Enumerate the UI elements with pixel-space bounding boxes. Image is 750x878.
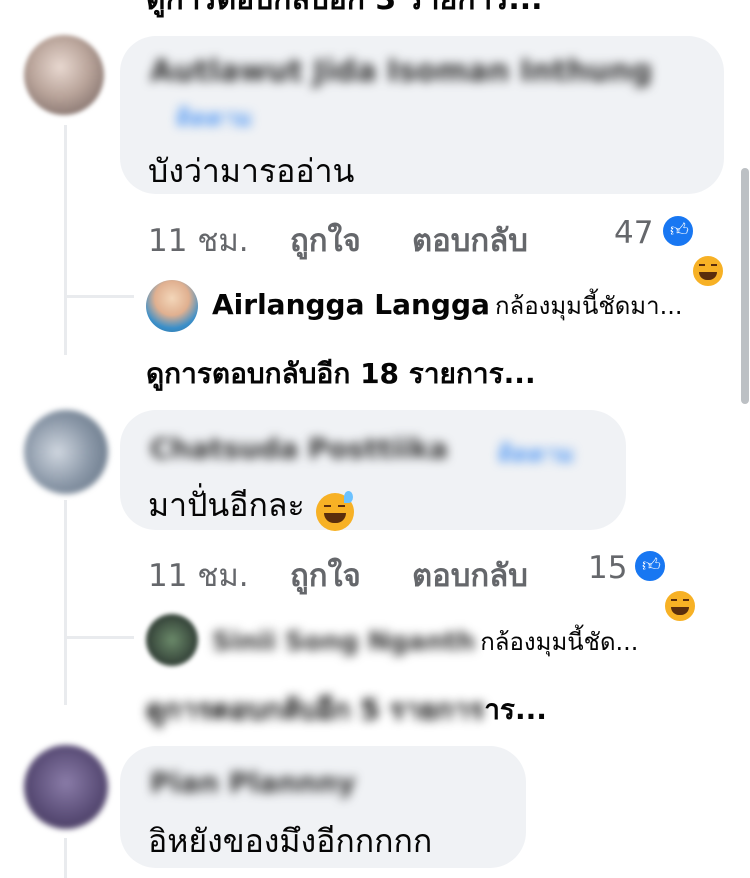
reply-button[interactable]: ตอบกลับ <box>412 558 528 594</box>
thread-line <box>64 500 67 705</box>
thread-connector <box>64 295 134 298</box>
like-reaction-icon: 👍︎ <box>660 213 696 249</box>
comment-author[interactable]: Chatsuda Posttiika <box>150 432 448 465</box>
comment-text: มาปั่นอีกละ <box>148 486 305 524</box>
reaction-summary[interactable]: 👍︎ <box>660 213 730 289</box>
haha-reaction-icon <box>662 588 698 624</box>
reply-button[interactable]: ตอบกลับ <box>412 223 528 259</box>
comment-text: อิหยังของมึงอีกกกกก <box>148 822 433 860</box>
reply-author[interactable]: Airlangga Langga <box>212 288 490 321</box>
previous-more-replies-link[interactable]: ดูการตอบกลับอีก 3 รายการ... <box>146 0 543 23</box>
thread-connector <box>64 636 134 639</box>
comment-time[interactable]: 11 ชม. <box>148 558 249 594</box>
comment-bubble: Autlawut Jida Isoman Inthung ติดตาม บังว… <box>120 36 724 194</box>
sweat-smile-emoji <box>315 490 354 531</box>
like-button[interactable]: ถูกใจ <box>290 558 361 594</box>
thread-line <box>64 125 67 355</box>
reply-author[interactable]: Sinii Song Nganth <box>212 627 475 657</box>
like-button[interactable]: ถูกใจ <box>290 223 361 259</box>
avatar[interactable] <box>24 35 104 115</box>
author-tag: ติดตาม <box>176 104 253 132</box>
avatar[interactable] <box>24 745 108 829</box>
thread-line <box>64 838 67 878</box>
reply-avatar[interactable] <box>146 614 198 666</box>
haha-reaction-icon <box>690 253 726 289</box>
comment-time[interactable]: 11 ชม. <box>148 223 249 259</box>
reaction-count[interactable]: 47 <box>614 215 653 251</box>
comment-author[interactable]: Autlawut Jida Isoman Inthung <box>150 54 652 89</box>
more-replies-link[interactable]: ดูการตอบกลับอีก 5 รายการาร... <box>146 688 547 732</box>
comment-bubble: Chatsuda Posttiika ติดตาม มาปั่นอีกละ <box>120 410 626 531</box>
comment-text: บังว่ามารออ่าน <box>148 152 355 190</box>
avatar[interactable] <box>24 410 108 494</box>
more-replies-link[interactable]: ดูการตอบกลับอีก 18 รายการ... <box>146 352 536 396</box>
scrollbar[interactable] <box>741 168 749 404</box>
reply-preview-text[interactable]: กล้องมุมนี้ชัด... <box>480 628 638 656</box>
like-reaction-icon: 👍︎ <box>632 548 668 584</box>
author-tag: ติดตาม <box>498 440 575 468</box>
reply-preview-text[interactable]: กล้องมุมนี้ชัดมา... <box>495 292 682 320</box>
reaction-summary[interactable]: 👍︎ <box>632 548 702 624</box>
reaction-count[interactable]: 15 <box>588 550 627 586</box>
reply-avatar[interactable] <box>146 280 198 332</box>
comment-bubble: Pian Plannny อิหยังของมึงอีกกกกก <box>120 746 526 868</box>
comment-author[interactable]: Pian Plannny <box>150 766 356 799</box>
